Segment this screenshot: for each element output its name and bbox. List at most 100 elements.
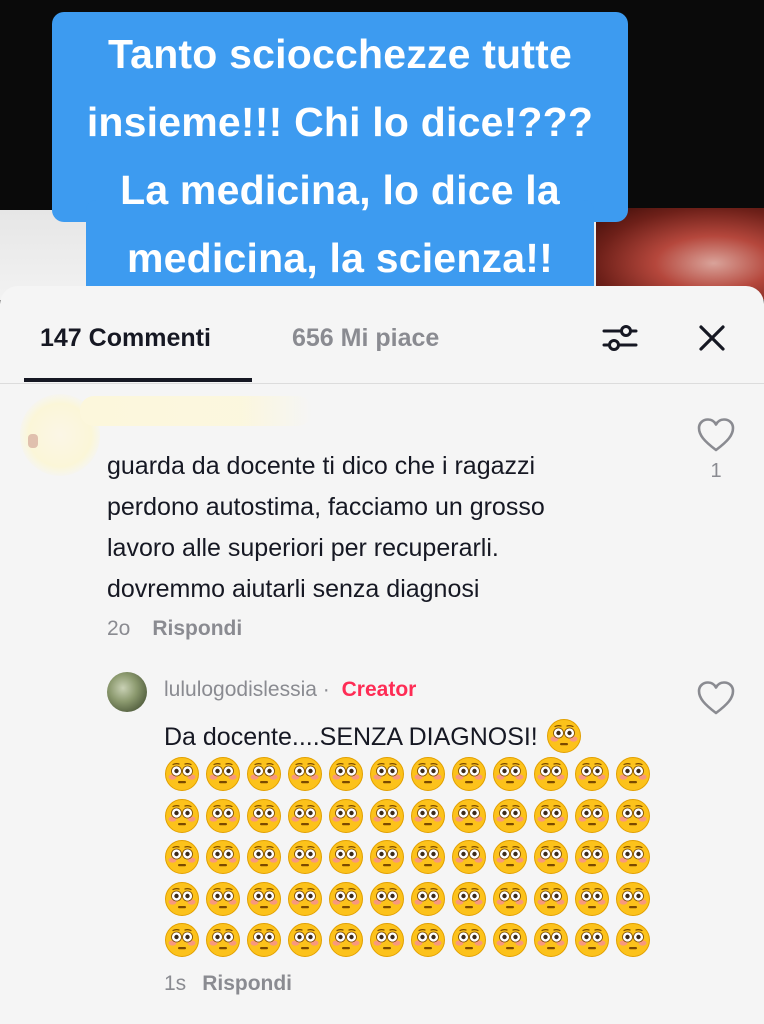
- username-redacted: [80, 396, 312, 426]
- reply-text: Da docente....SENZA DIAGNOSI!: [164, 716, 664, 758]
- flushed-face-emoji: [328, 798, 364, 834]
- flushed-face-emoji: [533, 756, 569, 792]
- emoji-row: [164, 881, 654, 923]
- flushed-face-emoji: [451, 881, 487, 917]
- close-icon: [699, 325, 725, 351]
- flushed-face-emoji: [287, 922, 323, 958]
- flushed-face-emoji: [615, 922, 651, 958]
- flushed-face-emoji: [492, 922, 528, 958]
- comment-line: dovremmo aiutarli senza diagnosi: [107, 575, 480, 603]
- emoji-row: [164, 756, 654, 798]
- flushed-face-emoji: [492, 756, 528, 792]
- flushed-face-emoji: [492, 839, 528, 875]
- flushed-face-emoji: [164, 881, 200, 917]
- flushed-face-emoji: [533, 839, 569, 875]
- comment-line: perdono autostima, facciamo un grosso: [107, 493, 545, 521]
- flushed-face-emoji: [246, 839, 282, 875]
- sliders-icon: [602, 325, 638, 351]
- flushed-face-emoji: [164, 839, 200, 875]
- active-tab-indicator: [24, 378, 252, 382]
- flushed-face-emoji: [205, 881, 241, 917]
- caption-line: insieme!!! Chi lo dice!???: [86, 99, 594, 145]
- flushed-face-emoji: [533, 922, 569, 958]
- reply-time: 1s: [164, 972, 187, 995]
- like-button[interactable]: [696, 417, 736, 453]
- flushed-face-emoji: [369, 839, 405, 875]
- flushed-face-emoji: [615, 881, 651, 917]
- flushed-face-emoji: [205, 839, 241, 875]
- flushed-face-emoji: [492, 798, 528, 834]
- comment-line: guarda da docente ti dico che i ragazzi: [107, 452, 536, 480]
- reply-button[interactable]: Rispondi: [202, 972, 292, 995]
- flushed-face-emoji: [615, 839, 651, 875]
- flushed-face-emoji: [287, 881, 323, 917]
- reply-like-button[interactable]: [696, 680, 736, 716]
- tab-comments[interactable]: 147 Commenti: [40, 324, 211, 353]
- caption-line: La medicina, lo dice la: [120, 167, 560, 213]
- emoji-row: [164, 922, 654, 964]
- heart-outline-icon: [697, 681, 735, 715]
- tab-likes[interactable]: 656 Mi piace: [292, 324, 439, 353]
- flushed-face-emoji: [615, 756, 651, 792]
- creator-badge: Creator: [341, 678, 417, 701]
- flushed-face-emoji: [328, 881, 364, 917]
- flushed-face-emoji: [205, 922, 241, 958]
- flushed-face-emoji: [410, 922, 446, 958]
- flushed-face-emoji: [287, 839, 323, 875]
- heart-outline-icon: [697, 418, 735, 452]
- caption-line: Tanto sciocchezze tutte: [107, 31, 573, 77]
- flushed-face-emoji: [615, 798, 651, 834]
- reply-author[interactable]: lululogodislessia: [164, 678, 317, 701]
- flushed-face-emoji: [410, 881, 446, 917]
- flushed-face-emoji: [451, 922, 487, 958]
- flushed-face-emoji: [328, 756, 364, 792]
- comment-text: guarda da docente ti dico che i ragazzi …: [107, 446, 667, 610]
- flushed-face-emoji: [574, 756, 610, 792]
- flushed-face-emoji: [246, 756, 282, 792]
- close-button[interactable]: [690, 316, 734, 360]
- flushed-face-emoji: [287, 756, 323, 792]
- filter-button[interactable]: [596, 316, 644, 360]
- emoji-row: [164, 839, 654, 881]
- flushed-face-emoji: [205, 798, 241, 834]
- flushed-face-emoji: [328, 922, 364, 958]
- flushed-face-emoji: [410, 798, 446, 834]
- flushed-face-emoji: [574, 881, 610, 917]
- flushed-face-emoji: [574, 839, 610, 875]
- video-caption: Tanto sciocchezze tutte insieme!!! Chi l…: [52, 20, 628, 292]
- flushed-face-emoji: [246, 922, 282, 958]
- comments-sheet: 147 Commenti 656 Mi piace guarda da doce…: [0, 286, 764, 1024]
- flushed-face-emoji: [369, 881, 405, 917]
- flushed-face-emoji: [246, 881, 282, 917]
- caption-line: medicina, la scienza!!: [127, 235, 553, 281]
- flushed-face-emoji: [546, 718, 582, 754]
- flushed-face-emoji: [205, 756, 241, 792]
- flushed-face-emoji: [533, 798, 569, 834]
- flushed-face-emoji: [369, 922, 405, 958]
- flushed-face-emoji: [410, 756, 446, 792]
- reply-author-line: lululogodislessia · Creator: [164, 678, 416, 702]
- flushed-face-emoji: [369, 798, 405, 834]
- comment-time: 2o: [107, 617, 131, 640]
- like-count: 1: [710, 460, 722, 482]
- emoji-grid: [164, 756, 654, 964]
- reply-meta: 1s Rispondi: [164, 972, 292, 996]
- flushed-face-emoji: [164, 756, 200, 792]
- flushed-face-emoji: [574, 798, 610, 834]
- flushed-face-emoji: [451, 798, 487, 834]
- flushed-face-emoji: [328, 839, 364, 875]
- creator-avatar[interactable]: [107, 672, 147, 712]
- separator-dot: ·: [322, 678, 330, 701]
- flushed-face-emoji: [574, 922, 610, 958]
- flushed-face-emoji: [369, 756, 405, 792]
- reply-body: Da docente....SENZA DIAGNOSI!: [164, 723, 538, 751]
- flushed-face-emoji: [246, 798, 282, 834]
- flushed-face-emoji: [533, 881, 569, 917]
- avatar-edge: [28, 434, 38, 448]
- reply-button[interactable]: Rispondi: [152, 617, 242, 640]
- flushed-face-emoji: [451, 756, 487, 792]
- flushed-face-emoji: [410, 839, 446, 875]
- flushed-face-emoji: [492, 881, 528, 917]
- flushed-face-emoji: [287, 798, 323, 834]
- comment-line: lavoro alle superiori per recuperarli.: [107, 534, 499, 562]
